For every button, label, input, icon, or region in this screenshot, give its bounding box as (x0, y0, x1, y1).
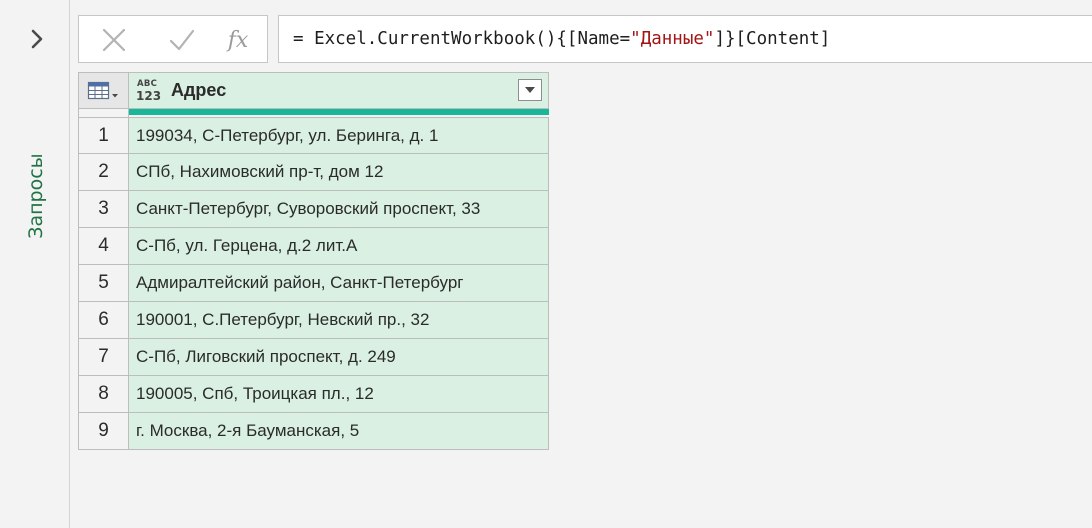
checkmark-icon (169, 29, 195, 51)
queries-pane-label[interactable]: Запросы (25, 153, 47, 238)
grid-header: ABC 123 Адрес (78, 72, 549, 109)
formula-text-prefix: = Excel.CurrentWorkbook(){[Name= (293, 29, 631, 49)
table-menu-button[interactable] (78, 72, 129, 109)
table-row: 2 СПб, Нахимовский пр-т, дом 12 (78, 154, 549, 191)
address-cell[interactable]: г. Москва, 2-я Бауманская, 5 (128, 413, 549, 450)
row-number[interactable]: 9 (78, 413, 129, 450)
table-row: 5 Адмиралтейский район, Санкт-Петербург (78, 265, 549, 302)
chevron-right-icon (31, 29, 43, 49)
row-number[interactable]: 8 (78, 376, 129, 413)
table-row: 6 190001, С.Петербург, Невский пр., 32 (78, 302, 549, 339)
fx-icon: fx (227, 27, 249, 53)
row-number[interactable]: 1 (78, 117, 129, 154)
column-quality-strip (78, 109, 549, 117)
confirm-formula-button[interactable] (165, 24, 199, 56)
address-cell[interactable]: 190001, С.Петербург, Невский пр., 32 (128, 302, 549, 339)
table-row: 4 С-Пб, ул. Герцена, д.2 лит.А (78, 228, 549, 265)
column-filter-button[interactable] (518, 79, 542, 101)
formula-bar: fx = Excel.CurrentWorkbook(){[Name= "Данн… (78, 15, 1092, 65)
address-cell[interactable]: СПб, Нахимовский пр-т, дом 12 (128, 154, 549, 191)
row-number[interactable]: 6 (78, 302, 129, 339)
power-query-editor: Запросы fx = Excel.CurrentWorkbook(){[Na… (0, 0, 1092, 528)
table-rows: 1 199034, С-Петербург, ул. Беринга, д. 12… (78, 117, 549, 450)
formula-input[interactable]: = Excel.CurrentWorkbook(){[Name= "Данные"… (278, 15, 1092, 63)
address-cell[interactable]: 199034, С-Петербург, ул. Беринга, д. 1 (128, 117, 549, 154)
close-icon (102, 28, 126, 52)
row-number[interactable]: 7 (78, 339, 129, 376)
insert-function-button[interactable]: fx (221, 24, 255, 56)
dropdown-arrow-icon (525, 87, 535, 93)
table-row: 1 199034, С-Петербург, ул. Беринга, д. 1 (78, 117, 549, 154)
column-title: Адрес (171, 80, 227, 100)
column-header-address[interactable]: ABC 123 Адрес (128, 72, 549, 109)
table-row: 3 Санкт-Петербург, Суворовский проспект, … (78, 191, 549, 228)
address-cell[interactable]: Адмиралтейский район, Санкт-Петербург (128, 265, 549, 302)
cancel-formula-button[interactable] (97, 24, 131, 56)
column-quality-bar[interactable] (129, 109, 549, 115)
address-cell[interactable]: С-Пб, ул. Герцена, д.2 лит.А (128, 228, 549, 265)
formula-text-suffix: ]}[Content] (714, 29, 831, 49)
row-number[interactable]: 3 (78, 191, 129, 228)
address-cell[interactable]: Санкт-Петербург, Суворовский проспект, 3… (128, 191, 549, 228)
row-number[interactable]: 2 (78, 154, 129, 191)
formula-bar-buttons: fx (78, 15, 268, 63)
main-area: fx = Excel.CurrentWorkbook(){[Name= "Данн… (70, 0, 1092, 528)
table-row: 9 г. Москва, 2-я Бауманская, 5 (78, 413, 549, 450)
expand-queries-button[interactable] (22, 24, 52, 54)
queries-pane: Запросы (0, 0, 70, 528)
type-icon-text-top: ABC (137, 79, 158, 89)
table-icon (87, 81, 118, 99)
address-cell[interactable]: С-Пб, Лиговский проспект, д. 249 (128, 339, 549, 376)
data-grid: ABC 123 Адрес 1 199034, С-Петербург, ул. … (78, 72, 549, 450)
row-number[interactable]: 5 (78, 265, 129, 302)
any-type-icon[interactable]: ABC 123 (135, 79, 161, 103)
row-number[interactable]: 4 (78, 228, 129, 265)
type-icon-text-bottom: 123 (136, 89, 162, 103)
table-row: 8 190005, Спб, Троицкая пл., 12 (78, 376, 549, 413)
table-row: 7 С-Пб, Лиговский проспект, д. 249 (78, 339, 549, 376)
address-cell[interactable]: 190005, Спб, Троицкая пл., 12 (128, 376, 549, 413)
quality-strip-spacer (78, 109, 129, 117)
formula-string-literal: "Данные" (630, 29, 715, 49)
